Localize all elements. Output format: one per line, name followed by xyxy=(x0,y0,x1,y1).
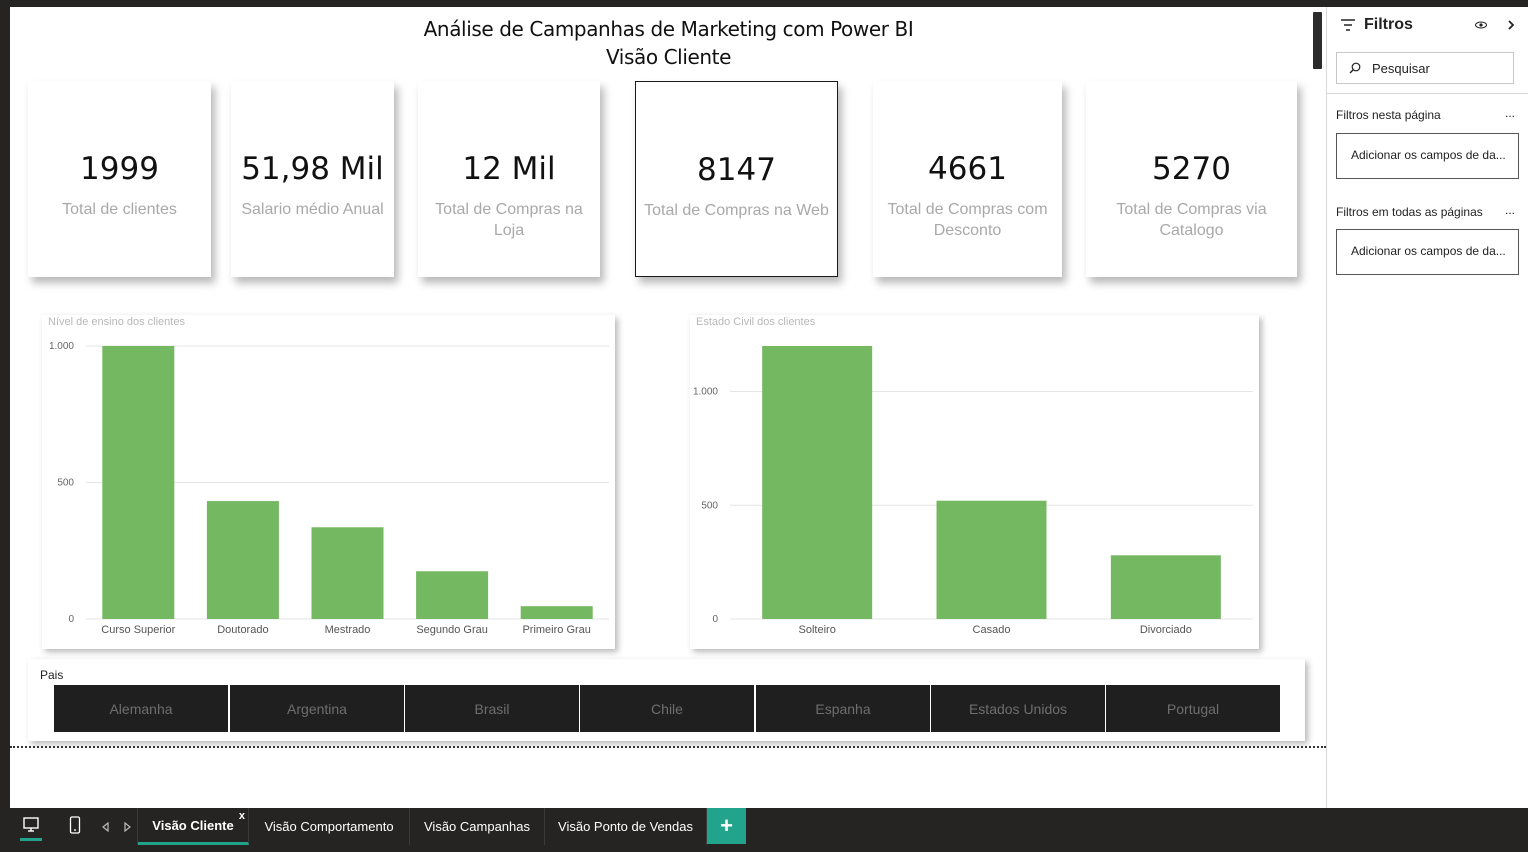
card-compras-desconto[interactable]: 4661 Total de Compras com Desconto xyxy=(873,81,1062,277)
chart-nivel-ensino[interactable]: Nível de ensino dos clientes 0 500 1.000 Cu… xyxy=(42,315,615,649)
slicer-option-espanha[interactable]: Espanha xyxy=(756,685,930,732)
filters-title: Filtros xyxy=(1364,16,1413,33)
tab-visao-comportamento[interactable]: Visão Comportamento xyxy=(249,808,410,845)
slicer-option-brasil[interactable]: Brasil xyxy=(405,685,579,732)
slicer-option-argentina[interactable]: Argentina xyxy=(230,685,404,732)
bar xyxy=(416,571,489,619)
report-title: Análise de Campanhas de Marketing com Po… xyxy=(310,15,1027,71)
eye-icon[interactable] xyxy=(1475,21,1487,29)
filter-icon xyxy=(1341,19,1355,31)
desktop-icon[interactable] xyxy=(22,816,40,834)
card-label: Total de Compras via Catalogo xyxy=(1116,201,1267,239)
filters-pane: Filtros Pesquisar Filtros nesta página .… xyxy=(1326,7,1528,808)
card-compras-loja[interactable]: 12 Mil Total de Compras na Loja xyxy=(418,81,600,277)
filters-page-drop-zone[interactable]: Adicionar os campos de da... xyxy=(1336,133,1519,179)
x-tick-label: Solteiro xyxy=(799,624,836,636)
page-boundary-line xyxy=(10,746,1326,748)
card-total-clientes[interactable]: 1999 Total de clientes xyxy=(28,81,211,277)
card-compras-web[interactable]: 8147 Total de Compras na Web xyxy=(635,81,838,277)
bar xyxy=(311,527,384,619)
tab-visao-campanhas[interactable]: Visão Campanhas xyxy=(410,808,545,845)
filters-all-drop-zone[interactable]: Adicionar os campos de da... xyxy=(1336,229,1519,275)
x-tick-label: Casado xyxy=(973,624,1011,636)
country-slicer: Pais Alemanha Argentina Brasil Chile Esp… xyxy=(28,659,1305,741)
card-label: Total de clientes xyxy=(62,201,177,218)
card-value: 5270 xyxy=(1152,151,1231,187)
chart-svg: 0 500 1.000 Solteiro Casado Divorciado xyxy=(693,346,1253,636)
bar xyxy=(102,346,175,619)
x-tick-label: Segundo Grau xyxy=(416,624,488,636)
bar xyxy=(520,606,593,619)
y-tick-label: 0 xyxy=(712,614,718,625)
filters-divider xyxy=(1327,93,1528,94)
card-value: 4661 xyxy=(928,151,1007,187)
y-tick-label: 500 xyxy=(701,500,718,511)
tab-label: Visão Cliente xyxy=(152,817,234,833)
report-title-line1: Análise de Campanhas de Marketing com Po… xyxy=(423,17,914,41)
tab-close-button[interactable]: x xyxy=(239,810,245,822)
prev-icon[interactable] xyxy=(102,822,109,832)
y-tick-label: 500 xyxy=(57,478,74,489)
desktop-view-indicator xyxy=(20,838,42,841)
vertical-scrollbar[interactable] xyxy=(1313,12,1322,69)
report-title-line2: Visão Cliente xyxy=(605,45,732,69)
y-tick-label: 1.000 xyxy=(693,387,718,398)
slicer-option-chile[interactable]: Chile xyxy=(580,685,754,732)
tab-label: Visão Ponto de Vendas xyxy=(558,819,693,834)
card-label: Total de Compras na Web xyxy=(644,202,829,219)
page-tab-bar: Visão Cliente x Visão Comportamento Visã… xyxy=(0,808,1528,852)
filters-all-heading: Filtros em todas as páginas xyxy=(1336,205,1483,219)
add-page-button[interactable]: + xyxy=(707,808,746,844)
filters-page-heading: Filtros nesta página xyxy=(1336,108,1441,122)
card-label: Total de Compras na Loja xyxy=(435,201,583,239)
slicer-option-estados-unidos[interactable]: Estados Unidos xyxy=(931,685,1105,732)
card-value: 8147 xyxy=(697,152,776,188)
report-canvas: Análise de Campanhas de Marketing com Po… xyxy=(10,7,1326,808)
chart-svg: 0 500 1.000 Curso Superior Doutorado Mestrado… xyxy=(49,341,609,636)
search-placeholder: Pesquisar xyxy=(1372,61,1430,76)
card-value: 51,98 Mil xyxy=(241,151,384,187)
card-salario-medio[interactable]: 51,98 Mil Salario médio Anual xyxy=(231,81,394,277)
filters-all-more-button[interactable]: ... xyxy=(1505,203,1515,217)
top-strip xyxy=(0,0,1528,7)
card-compras-catalogo[interactable]: 5270 Total de Compras via Catalogo xyxy=(1086,81,1297,277)
filters-page-more-button[interactable]: ... xyxy=(1505,106,1515,120)
slicer-title: Pais xyxy=(40,668,64,682)
bar xyxy=(762,346,873,619)
filters-search-input[interactable]: Pesquisar xyxy=(1336,52,1514,84)
x-tick-label: Doutorado xyxy=(217,624,268,636)
card-label: Salario médio Anual xyxy=(241,201,384,218)
card-value: 12 Mil xyxy=(462,151,556,187)
x-tick-label: Mestrado xyxy=(325,624,371,636)
tab-label: Visão Comportamento xyxy=(264,819,394,834)
search-icon xyxy=(1349,62,1361,74)
card-label: Total de Compras com Desconto xyxy=(887,201,1048,239)
phone-icon[interactable] xyxy=(69,816,81,834)
slicer-option-portugal[interactable]: Portugal xyxy=(1106,685,1280,732)
x-tick-label: Curso Superior xyxy=(101,624,175,636)
next-icon[interactable] xyxy=(124,822,131,832)
tab-visao-ponto-de-vendas[interactable]: Visão Ponto de Vendas xyxy=(545,808,707,845)
card-value: 1999 xyxy=(80,151,159,187)
x-tick-label: Divorciado xyxy=(1140,624,1192,636)
slicer-option-alemanha[interactable]: Alemanha xyxy=(54,685,228,732)
tab-label: Visão Campanhas xyxy=(424,819,530,834)
bar xyxy=(206,501,279,619)
chart-estado-civil[interactable]: Estado Civil dos clientes 0 500 1.000 Solte… xyxy=(690,315,1259,649)
bar xyxy=(936,500,1047,619)
y-tick-label: 0 xyxy=(68,614,74,625)
tab-visao-cliente[interactable]: Visão Cliente x xyxy=(138,808,249,845)
y-tick-label: 1.000 xyxy=(49,341,74,352)
chevron-right-icon[interactable] xyxy=(1507,20,1515,30)
x-tick-label: Primeiro Grau xyxy=(522,624,590,636)
bar xyxy=(1110,555,1221,619)
